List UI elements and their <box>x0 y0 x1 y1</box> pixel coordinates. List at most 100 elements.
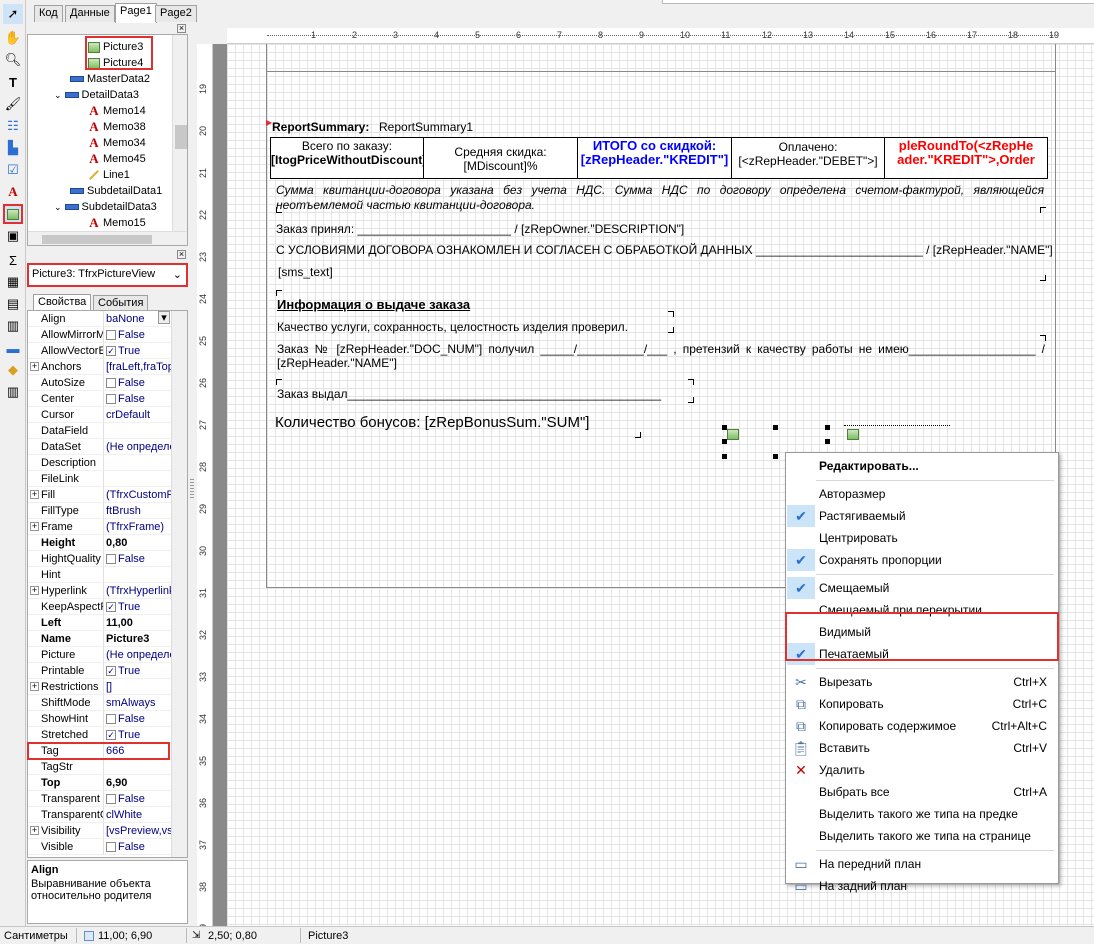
quality-line[interactable]: Качество услуги, сохранность, целостност… <box>277 320 628 334</box>
resize-handle[interactable] <box>825 439 830 444</box>
property-value[interactable]: (Не определено) <box>104 439 171 455</box>
tree-scrollbar[interactable] <box>172 35 187 231</box>
order-name-line[interactable]: [zRepHeader."NAME"] <box>277 356 397 370</box>
checkbox-icon[interactable] <box>106 714 116 725</box>
property-value[interactable] <box>104 567 171 583</box>
text-tool-icon[interactable]: T <box>3 72 23 92</box>
resize-handle[interactable] <box>773 454 778 459</box>
chevron-down-icon[interactable]: ⌄ <box>54 87 62 103</box>
property-value[interactable]: 666 <box>104 743 171 759</box>
splitter[interactable] <box>188 24 197 926</box>
issued-line[interactable]: Заказ выдал_____________________________… <box>277 387 661 401</box>
accepted-line[interactable]: Заказ принял: _______________________ / … <box>276 222 684 236</box>
property-row[interactable]: +Visibility[vsPreview,vsExport] <box>28 823 171 839</box>
menu-item[interactable]: Авторазмер <box>787 483 1057 505</box>
checkbox-icon[interactable] <box>106 554 116 565</box>
dropdown-icon[interactable]: ▾ <box>158 311 170 324</box>
property-row[interactable]: Top 6,90 <box>28 775 171 791</box>
tab-data[interactable]: Данные <box>65 5 115 22</box>
summary-cell-total-discount[interactable]: ИТОГО со скидкой: [zRepHeader."KREDIT"] <box>577 137 732 179</box>
checkbox-icon[interactable]: ✓ <box>106 730 116 741</box>
tab-page1[interactable]: Page1 <box>115 3 157 23</box>
scrollbar-thumb[interactable] <box>42 235 152 244</box>
scrollbar-thumb[interactable] <box>175 125 187 149</box>
resize-handle[interactable] <box>825 425 830 430</box>
property-row[interactable]: Height 0,80 <box>28 535 171 551</box>
property-row[interactable]: +Fill(TfrxCustomFill) <box>28 487 171 503</box>
property-row[interactable]: DataField <box>28 423 171 439</box>
property-row[interactable]: Tag 666 <box>28 743 171 759</box>
property-value[interactable] <box>104 455 171 471</box>
menu-item[interactable]: ✂ Вырезать Ctrl+X <box>787 671 1057 693</box>
property-value[interactable]: False <box>104 391 171 407</box>
property-row[interactable]: Hint <box>28 567 171 583</box>
property-value[interactable] <box>104 423 171 439</box>
property-row[interactable]: AutoSize False <box>28 375 171 391</box>
property-row[interactable]: Center False <box>28 391 171 407</box>
property-value[interactable]: False <box>104 791 171 807</box>
chart-tool-icon[interactable]: ▙ <box>3 138 23 158</box>
summary-cell-paid[interactable]: Оплачено: [<zRepHeader."DEBET">] <box>731 137 885 179</box>
property-row[interactable]: Visible False <box>28 839 171 855</box>
property-value[interactable]: [vsPreview,vsExport] <box>104 823 171 839</box>
close-icon[interactable]: × <box>177 24 186 33</box>
tab-properties[interactable]: Свойства <box>33 294 92 311</box>
menu-item[interactable]: Редактировать... <box>787 455 1057 477</box>
menu-item[interactable]: 📋︎ Вставить Ctrl+V <box>787 737 1057 759</box>
checkbox-icon[interactable]: ✓ <box>106 602 116 613</box>
menu-item[interactable]: Выделить такого же типа на предке <box>787 803 1057 825</box>
property-value[interactable]: (TfrxFrame) <box>104 519 171 535</box>
info-heading[interactable]: Информация о выдаче заказа <box>277 297 470 312</box>
menu-item[interactable]: ▭ На задний план <box>787 875 1057 897</box>
property-value[interactable]: Picture3 <box>104 631 171 647</box>
tree-item-memo38[interactable]: A Memo38 <box>88 119 146 135</box>
property-value[interactable]: False <box>104 375 171 391</box>
subreport-tool-icon[interactable]: ▣ <box>3 226 23 246</box>
property-row[interactable]: ShiftMode smAlways <box>28 695 171 711</box>
summary-cell-discount[interactable]: Средняя скидка: [MDiscount]% <box>423 137 578 179</box>
resize-handle[interactable] <box>722 454 727 459</box>
property-row[interactable]: Cursor crDefault <box>28 407 171 423</box>
property-row[interactable]: + Restrictions[] <box>28 679 171 695</box>
property-value[interactable]: 0,80 <box>104 535 171 551</box>
menu-item[interactable]: ⧉ Копировать Ctrl+C <box>787 693 1057 715</box>
checkbox-tool-icon[interactable]: ☑ <box>3 160 23 180</box>
menu-item[interactable]: ✔ Смещаемый <box>787 577 1057 599</box>
menu-item[interactable]: Центрировать <box>787 527 1057 549</box>
checkbox-icon[interactable]: ✓ <box>106 346 116 357</box>
sms-text[interactable]: [sms_text] <box>278 265 333 279</box>
checkbox-icon[interactable]: ✓ <box>106 666 116 677</box>
expand-icon[interactable]: + <box>30 682 39 691</box>
grid-tool-icon[interactable]: ▤ <box>3 294 23 314</box>
rect-tool-icon[interactable]: ▬ <box>3 338 23 358</box>
property-value[interactable]: (Не определено) <box>104 647 171 663</box>
property-scrollbar[interactable] <box>171 311 187 857</box>
order-received-line[interactable]: Заказ № [zRepHeader."DOC_NUM"] получил _… <box>277 342 1045 356</box>
tree-item-subdetaildata1[interactable]: SubdetailData1 <box>70 183 162 199</box>
zoom-tool-icon[interactable]: 🔍︎ <box>3 50 23 70</box>
bonus-line[interactable]: Количество бонусов: [zRepBonusSum."SUM"] <box>275 414 589 431</box>
property-row[interactable]: Description <box>28 455 171 471</box>
property-value[interactable]: 11,00 <box>104 615 171 631</box>
menu-item[interactable]: ✔ Сохранять пропорции <box>787 549 1057 571</box>
property-row[interactable]: FileLink <box>28 471 171 487</box>
select-tool-icon[interactable]: ➚ <box>3 4 23 24</box>
expand-icon[interactable]: + <box>30 826 39 835</box>
tab-code[interactable]: Код <box>34 5 63 22</box>
menu-item[interactable]: ⧉ Копировать содержимое Ctrl+Alt+C <box>787 715 1057 737</box>
tree-item-memo14[interactable]: A Memo14 <box>88 103 146 119</box>
memo-tool-icon[interactable]: A <box>3 182 23 202</box>
property-value[interactable] <box>104 471 171 487</box>
property-value[interactable] <box>104 759 171 775</box>
document-tool-icon[interactable]: ▥ <box>3 316 23 336</box>
picture-tool-icon[interactable] <box>3 204 23 224</box>
format-painter-icon[interactable]: 🖌︎ <box>3 94 23 114</box>
property-value[interactable]: [] <box>104 679 171 695</box>
menu-item[interactable]: Видимый <box>787 621 1057 643</box>
report-summary-band[interactable]: ▶ ReportSummary: ReportSummary1 <box>266 118 1056 136</box>
menu-item[interactable]: Смещаемый при перекрытии <box>787 599 1057 621</box>
property-row[interactable]: + Frame (TfrxFrame) <box>28 519 171 535</box>
checkbox-icon[interactable] <box>106 394 116 405</box>
property-value[interactable]: [fraLeft,fraTop] <box>104 359 171 375</box>
tree-item-memo45[interactable]: A Memo45 <box>88 151 146 167</box>
